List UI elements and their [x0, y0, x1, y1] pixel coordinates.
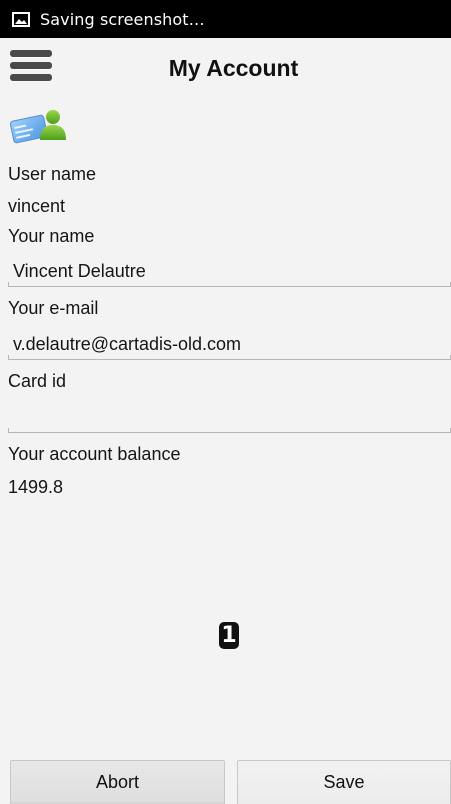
balance-label: Your account balance	[8, 444, 181, 464]
your-name-underline	[8, 282, 451, 287]
status-bar: Saving screenshot…	[0, 0, 451, 38]
hamburger-menu-icon[interactable]	[10, 50, 52, 83]
email-label: Your e-mail	[8, 298, 99, 318]
user-card-icon	[9, 106, 69, 146]
balance-value: 1499.8	[8, 477, 64, 497]
user-name-value: vincent	[8, 196, 66, 216]
save-button[interactable]: Save	[237, 760, 451, 804]
card-id-underline	[8, 428, 451, 433]
app-header: My Account	[0, 38, 451, 98]
user-name-label: User name	[8, 164, 97, 184]
status-text: Saving screenshot…	[40, 9, 205, 29]
image-icon	[12, 11, 30, 27]
number-badge: 1	[219, 622, 239, 649]
abort-button[interactable]: Abort	[10, 760, 225, 804]
page-title: My Account	[168, 54, 299, 81]
email-underline	[8, 355, 451, 360]
your-name-label: Your name	[8, 226, 95, 246]
card-id-label: Card id	[8, 371, 67, 391]
